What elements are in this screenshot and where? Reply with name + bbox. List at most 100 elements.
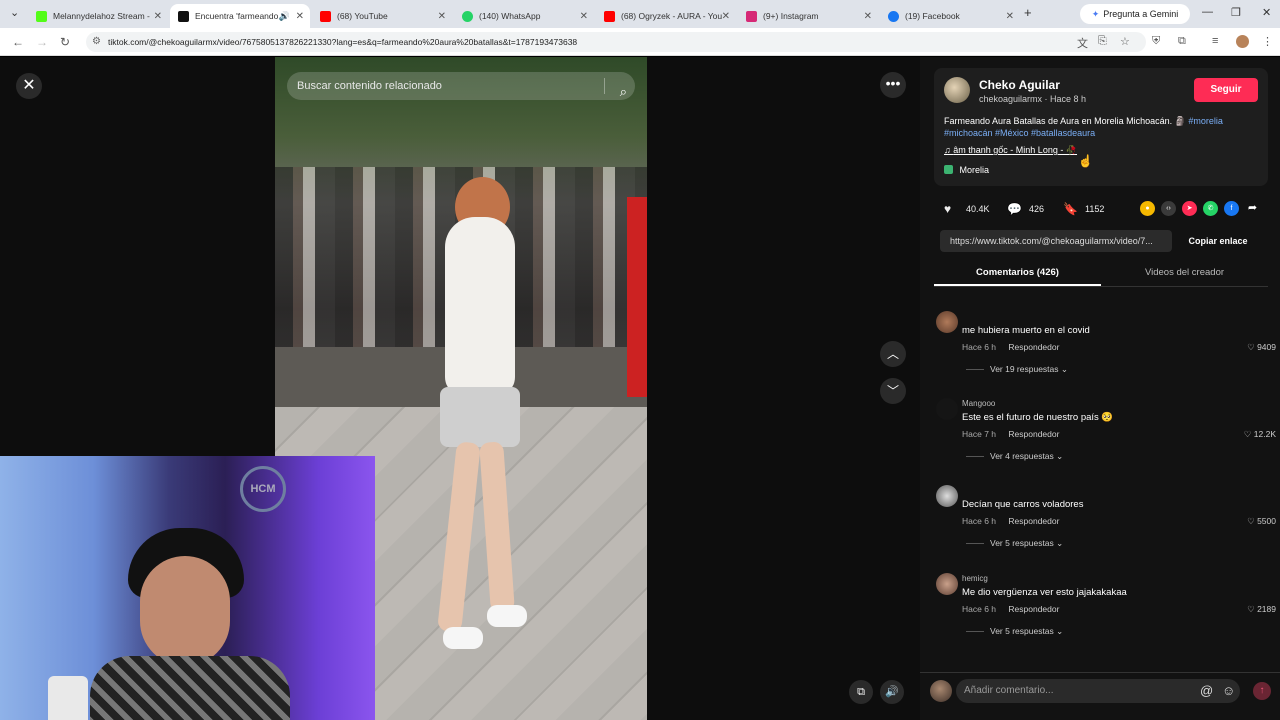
- like-count: 40.4K: [966, 204, 990, 214]
- tab-comments[interactable]: Comentarios (426): [934, 262, 1101, 286]
- browser-tab[interactable]: Melannydelahoz Stream - ✕: [28, 4, 168, 28]
- view-replies-button[interactable]: Ver 4 respuestas ⌄: [966, 451, 1063, 462]
- heart-outline-icon: ♡: [1247, 604, 1258, 614]
- new-tab-icon[interactable]: +: [1024, 5, 1032, 20]
- install-icon[interactable]: ⎘: [1098, 35, 1107, 48]
- close-icon[interactable]: ✕: [296, 11, 304, 22]
- comment-like-button[interactable]: ♡ 12.2K: [1244, 429, 1276, 440]
- tab-title: (9+) Instagram: [763, 11, 819, 21]
- media-icon[interactable]: ≡: [1212, 35, 1218, 47]
- browser-tab[interactable]: (68) Ogryzek - AURA - You ✕: [596, 4, 736, 28]
- restore-icon[interactable]: ❐: [1231, 6, 1241, 19]
- site-info-icon[interactable]: ⚙: [92, 32, 101, 52]
- creator-handle[interactable]: chekoaguilarmx · Hace 8 h: [979, 94, 1086, 104]
- comment-icon: 💬: [1007, 202, 1022, 216]
- comment-like-count: 12.2K: [1253, 429, 1276, 439]
- picture-in-picture-icon[interactable]: ⧉: [849, 680, 873, 704]
- browser-tab[interactable]: (19) Facebook ✕: [880, 4, 1020, 28]
- close-icon[interactable]: ✕: [722, 11, 730, 22]
- send-comment-button[interactable]: ↑: [1253, 682, 1271, 700]
- creator-name[interactable]: Cheko Aguilar: [979, 78, 1060, 92]
- shield-icon[interactable]: ⛨: [1152, 35, 1160, 48]
- reply-button[interactable]: Respondedor: [1008, 516, 1059, 526]
- tab-creator-videos[interactable]: Videos del creador: [1101, 262, 1268, 286]
- gemini-label: Pregunta a Gemini: [1103, 9, 1179, 19]
- reload-icon[interactable]: ↻: [60, 35, 70, 49]
- close-icon[interactable]: ✕: [154, 11, 162, 22]
- view-replies-button[interactable]: Ver 19 respuestas ⌄: [966, 364, 1068, 375]
- menu-icon[interactable]: ⋮: [1262, 35, 1273, 48]
- hashtag-links[interactable]: #michoacán #México #batallasdeaura: [944, 128, 1095, 138]
- music-link[interactable]: ♫ âm thanh gốc - Minh Long - 🥀: [944, 145, 1077, 156]
- browser-tab-active[interactable]: Encuentra 'farmeando 🔊 ✕: [170, 4, 310, 28]
- facebook-share-icon[interactable]: f: [1224, 201, 1239, 216]
- coin-icon[interactable]: ●: [1140, 201, 1155, 216]
- close-window-icon[interactable]: ✕: [1262, 6, 1271, 19]
- profile-avatar[interactable]: [1236, 35, 1249, 48]
- reply-button[interactable]: Respondedor: [1008, 342, 1059, 352]
- whatsapp-share-icon[interactable]: ✆: [1203, 201, 1218, 216]
- creator-avatar[interactable]: [944, 77, 970, 103]
- close-viewer-button[interactable]: ✕: [16, 73, 42, 99]
- commenter-avatar[interactable]: [936, 398, 958, 420]
- more-options-button[interactable]: •••: [880, 72, 906, 98]
- translate-icon[interactable]: 文: [1077, 35, 1088, 51]
- emoji-icon[interactable]: ☺: [1222, 683, 1235, 698]
- speaker-icon[interactable]: 🔊: [279, 11, 290, 22]
- close-icon[interactable]: ✕: [1006, 11, 1014, 22]
- search-icon[interactable]: ⌕: [620, 78, 627, 106]
- send-icon[interactable]: ➤: [1182, 201, 1197, 216]
- next-video-button[interactable]: ﹀: [880, 378, 906, 404]
- mention-icon[interactable]: @: [1200, 683, 1213, 698]
- commenter-avatar[interactable]: [936, 311, 958, 333]
- commenter-avatar[interactable]: [936, 485, 958, 507]
- reply-button[interactable]: Respondedor: [1008, 429, 1059, 439]
- back-icon[interactable]: ←: [12, 35, 24, 49]
- comment-author[interactable]: Mangooo: [962, 399, 995, 408]
- minimize-icon[interactable]: —: [1202, 6, 1213, 18]
- comment-button[interactable]: 💬 426: [1007, 202, 1044, 216]
- copy-link-button[interactable]: Copiar enlace: [1178, 230, 1258, 252]
- location-link[interactable]: Morelia: [944, 165, 989, 175]
- webcam-bottle: [48, 676, 88, 720]
- view-replies-label: Ver 5 respuestas: [990, 626, 1054, 636]
- browser-tab[interactable]: (140) WhatsApp ✕: [454, 4, 594, 28]
- bookmark-star-icon[interactable]: ☆: [1120, 35, 1130, 48]
- close-icon[interactable]: ✕: [864, 11, 872, 22]
- commenter-avatar[interactable]: [936, 573, 958, 595]
- tab-search-icon[interactable]: ⌄: [10, 6, 19, 19]
- follow-button[interactable]: Seguir: [1194, 78, 1258, 102]
- comment-like-button[interactable]: ♡ 2189: [1247, 604, 1276, 615]
- comment-like-button[interactable]: ♡ 5500: [1247, 516, 1276, 527]
- tab-title: (19) Facebook: [905, 11, 960, 21]
- comment-input[interactable]: Añadir comentario...: [956, 679, 1240, 703]
- previous-video-button[interactable]: ︿: [880, 341, 906, 367]
- browser-tab[interactable]: (9+) Instagram ✕: [738, 4, 878, 28]
- description-text: Farmeando Aura Batallas de Aura en Morel…: [944, 116, 1186, 126]
- share-link-field[interactable]: https://www.tiktok.com/@chekoaguilarmx/v…: [940, 230, 1172, 252]
- volume-icon[interactable]: 🔊: [880, 680, 904, 704]
- extensions-icon[interactable]: ⧉: [1178, 35, 1186, 48]
- address-bar-row: ← → ↻ ⚙ tiktok.com/@chekoaguilarmx/video…: [0, 28, 1280, 56]
- facebook-icon: [888, 10, 899, 22]
- browser-tab[interactable]: (68) YouTube ✕: [312, 4, 452, 28]
- gemini-button[interactable]: ✦ Pregunta a Gemini: [1080, 4, 1190, 24]
- save-button[interactable]: 🔖 1152: [1063, 202, 1104, 216]
- hashtag-link[interactable]: #morelia: [1188, 116, 1223, 126]
- comment-like-button[interactable]: ♡ 9409: [1247, 342, 1276, 353]
- heart-outline-icon: ♡: [1247, 516, 1258, 526]
- related-search-input[interactable]: Buscar contenido relacionado ⌕: [287, 72, 635, 100]
- url-field[interactable]: ⚙ tiktok.com/@chekoaguilarmx/video/76758…: [86, 32, 1146, 52]
- reply-button[interactable]: Respondedor: [1008, 604, 1059, 614]
- forward-icon[interactable]: →: [36, 35, 48, 49]
- comment-author[interactable]: hemicg: [962, 574, 988, 583]
- close-icon[interactable]: ✕: [580, 11, 588, 22]
- view-replies-button[interactable]: Ver 5 respuestas ⌄: [966, 538, 1063, 549]
- heart-outline-icon: ♡: [1247, 342, 1258, 352]
- embed-icon[interactable]: ‹›: [1161, 201, 1176, 216]
- comment-like-count: 5500: [1257, 516, 1276, 526]
- close-icon[interactable]: ✕: [438, 11, 446, 22]
- view-replies-button[interactable]: Ver 5 respuestas ⌄: [966, 626, 1063, 637]
- like-button[interactable]: ♥ 40.4K: [944, 202, 990, 216]
- share-icon[interactable]: ➦: [1245, 201, 1260, 216]
